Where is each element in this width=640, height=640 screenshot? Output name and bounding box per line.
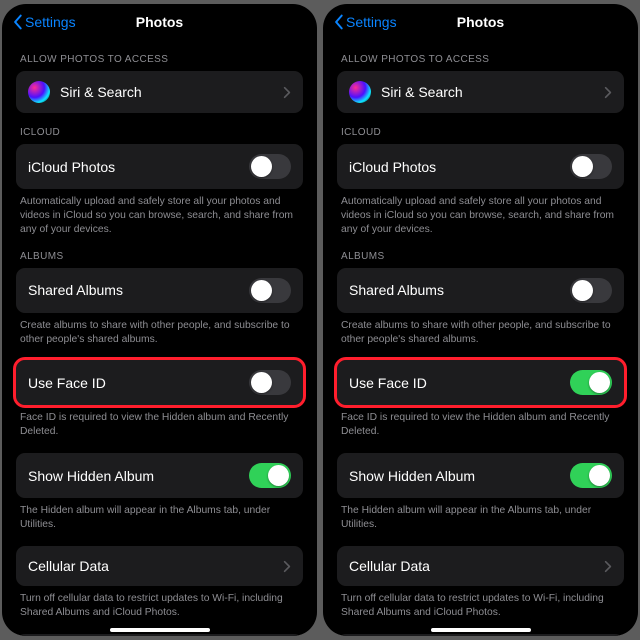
row-siri-search[interactable]: Siri & Search xyxy=(337,71,624,113)
toggle-icloud-photos[interactable] xyxy=(249,154,291,179)
footer-icloud: Automatically upload and safely store al… xyxy=(20,195,299,237)
row-label-hidden: Show Hidden Album xyxy=(349,468,475,484)
row-autoplay[interactable]: Auto-Play Videos and Live Photos xyxy=(337,634,624,636)
nav-bar: Settings Photos xyxy=(2,4,317,40)
footer-cellular: Turn off cellular data to restrict updat… xyxy=(341,592,620,620)
chevron-right-icon xyxy=(283,560,291,573)
toggle-icloud-photos[interactable] xyxy=(570,154,612,179)
footer-shared: Create albums to share with other people… xyxy=(20,319,299,347)
screen-left: Settings Photos ALLOW PHOTOS TO ACCESS S… xyxy=(2,4,317,636)
row-label-siri: Siri & Search xyxy=(381,84,463,100)
toggle-show-hidden-album[interactable] xyxy=(249,463,291,488)
row-show-hidden-album[interactable]: Show Hidden Album xyxy=(337,453,624,498)
section-header-icloud: ICLOUD xyxy=(20,127,303,138)
home-indicator[interactable] xyxy=(431,628,531,632)
chevron-right-icon xyxy=(604,560,612,573)
back-button[interactable]: Settings xyxy=(333,14,397,30)
row-label-icloud: iCloud Photos xyxy=(28,159,115,175)
row-label-icloud: iCloud Photos xyxy=(349,159,436,175)
footer-faceid: Face ID is required to view the Hidden a… xyxy=(20,411,299,439)
row-label-cellular: Cellular Data xyxy=(28,558,109,574)
settings-scroll[interactable]: ALLOW PHOTOS TO ACCESS Siri & Search ICL… xyxy=(2,40,317,636)
footer-faceid: Face ID is required to view the Hidden a… xyxy=(341,411,620,439)
toggle-use-face-id[interactable] xyxy=(570,370,612,395)
section-header-albums: ALBUMS xyxy=(20,251,303,262)
row-label-cellular: Cellular Data xyxy=(349,558,430,574)
row-shared-albums[interactable]: Shared Albums xyxy=(337,268,624,313)
settings-scroll[interactable]: ALLOW PHOTOS TO ACCESS Siri & Search ICL… xyxy=(323,40,638,636)
section-header-albums: ALBUMS xyxy=(341,251,624,262)
section-header-icloud: ICLOUD xyxy=(341,127,624,138)
toggle-shared-albums[interactable] xyxy=(570,278,612,303)
row-autoplay[interactable]: Auto-Play Videos and Live Photos xyxy=(16,634,303,636)
section-header-access: ALLOW PHOTOS TO ACCESS xyxy=(20,54,303,65)
toggle-shared-albums[interactable] xyxy=(249,278,291,303)
toggle-show-hidden-album[interactable] xyxy=(570,463,612,488)
chevron-left-icon xyxy=(333,14,344,30)
nav-bar: Settings Photos xyxy=(323,4,638,40)
footer-shared: Create albums to share with other people… xyxy=(341,319,620,347)
back-label: Settings xyxy=(25,14,76,30)
row-icloud-photos[interactable]: iCloud Photos xyxy=(337,144,624,189)
footer-hidden: The Hidden album will appear in the Albu… xyxy=(341,504,620,532)
back-button[interactable]: Settings xyxy=(12,14,76,30)
row-cellular-data[interactable]: Cellular Data xyxy=(16,546,303,586)
chevron-right-icon xyxy=(604,86,612,99)
row-shared-albums[interactable]: Shared Albums xyxy=(16,268,303,313)
row-label-faceid: Use Face ID xyxy=(349,375,427,391)
row-siri-search[interactable]: Siri & Search xyxy=(16,71,303,113)
row-label-hidden: Show Hidden Album xyxy=(28,468,154,484)
row-label-faceid: Use Face ID xyxy=(28,375,106,391)
row-use-face-id[interactable]: Use Face ID xyxy=(337,360,624,405)
section-header-access: ALLOW PHOTOS TO ACCESS xyxy=(341,54,624,65)
back-label: Settings xyxy=(346,14,397,30)
footer-icloud: Automatically upload and safely store al… xyxy=(341,195,620,237)
toggle-use-face-id[interactable] xyxy=(249,370,291,395)
row-label-shared: Shared Albums xyxy=(349,282,444,298)
chevron-right-icon xyxy=(283,86,291,99)
screen-right: Settings Photos ALLOW PHOTOS TO ACCESS S… xyxy=(323,4,638,636)
row-label-shared: Shared Albums xyxy=(28,282,123,298)
home-indicator[interactable] xyxy=(110,628,210,632)
siri-icon xyxy=(28,81,50,103)
row-use-face-id[interactable]: Use Face ID xyxy=(16,360,303,405)
row-show-hidden-album[interactable]: Show Hidden Album xyxy=(16,453,303,498)
footer-cellular: Turn off cellular data to restrict updat… xyxy=(20,592,299,620)
chevron-left-icon xyxy=(12,14,23,30)
footer-hidden: The Hidden album will appear in the Albu… xyxy=(20,504,299,532)
row-cellular-data[interactable]: Cellular Data xyxy=(337,546,624,586)
siri-icon xyxy=(349,81,371,103)
row-icloud-photos[interactable]: iCloud Photos xyxy=(16,144,303,189)
row-label-siri: Siri & Search xyxy=(60,84,142,100)
